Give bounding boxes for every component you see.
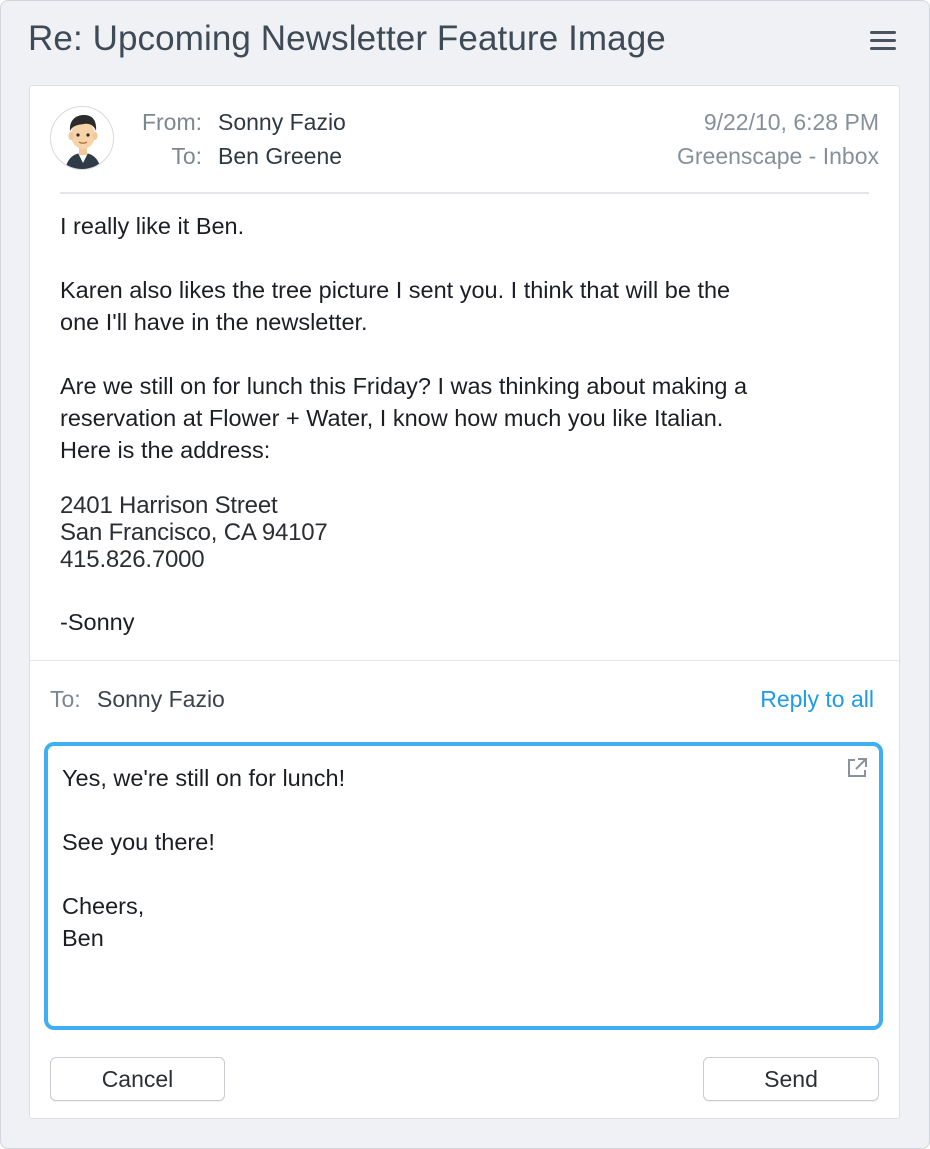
header-divider: [60, 192, 869, 194]
body-address: 2401 Harrison Street San Francisco, CA 9…: [60, 492, 328, 573]
person-avatar-icon: [65, 115, 101, 169]
from-name: Sonny Fazio: [218, 109, 346, 135]
reply-to-label: To:: [50, 686, 81, 712]
cancel-button[interactable]: Cancel: [50, 1057, 225, 1101]
to-name: Ben Greene: [218, 143, 343, 169]
reply-divider: [30, 660, 899, 661]
message-card: From: Sonny Fazio To: Ben Greene 9/22/10…: [29, 85, 900, 1119]
hamburger-menu-icon[interactable]: [870, 31, 896, 53]
reply-to-name: Sonny Fazio: [97, 686, 225, 712]
reply-textarea[interactable]: Yes, we're still on for lunch! See you t…: [44, 742, 883, 1030]
popout-icon[interactable]: [845, 756, 869, 780]
avatar: [50, 106, 114, 170]
body-signoff: -Sonny: [60, 609, 135, 635]
body-paragraph-2: Karen also likes the tree picture I sent…: [60, 277, 731, 335]
message-window: Re: Upcoming Newsletter Feature Image Fr…: [0, 0, 930, 1149]
body-paragraph-3: Are we still on for lunch this Friday? I…: [60, 373, 748, 463]
reply-text[interactable]: Yes, we're still on for lunch! See you t…: [62, 762, 822, 954]
body-paragraph-1: I really like it Ben.: [60, 213, 245, 239]
mailbox-name: Greenscape - Inbox: [676, 143, 879, 169]
window-title: Re: Upcoming Newsletter Feature Image: [28, 19, 666, 58]
message-date: 9/22/10, 6:28 PM: [703, 109, 879, 135]
to-label: To:: [171, 143, 202, 169]
from-label: From:: [141, 109, 202, 135]
send-button[interactable]: Send: [703, 1057, 879, 1101]
reply-to-all-link[interactable]: Reply to all: [760, 686, 874, 713]
